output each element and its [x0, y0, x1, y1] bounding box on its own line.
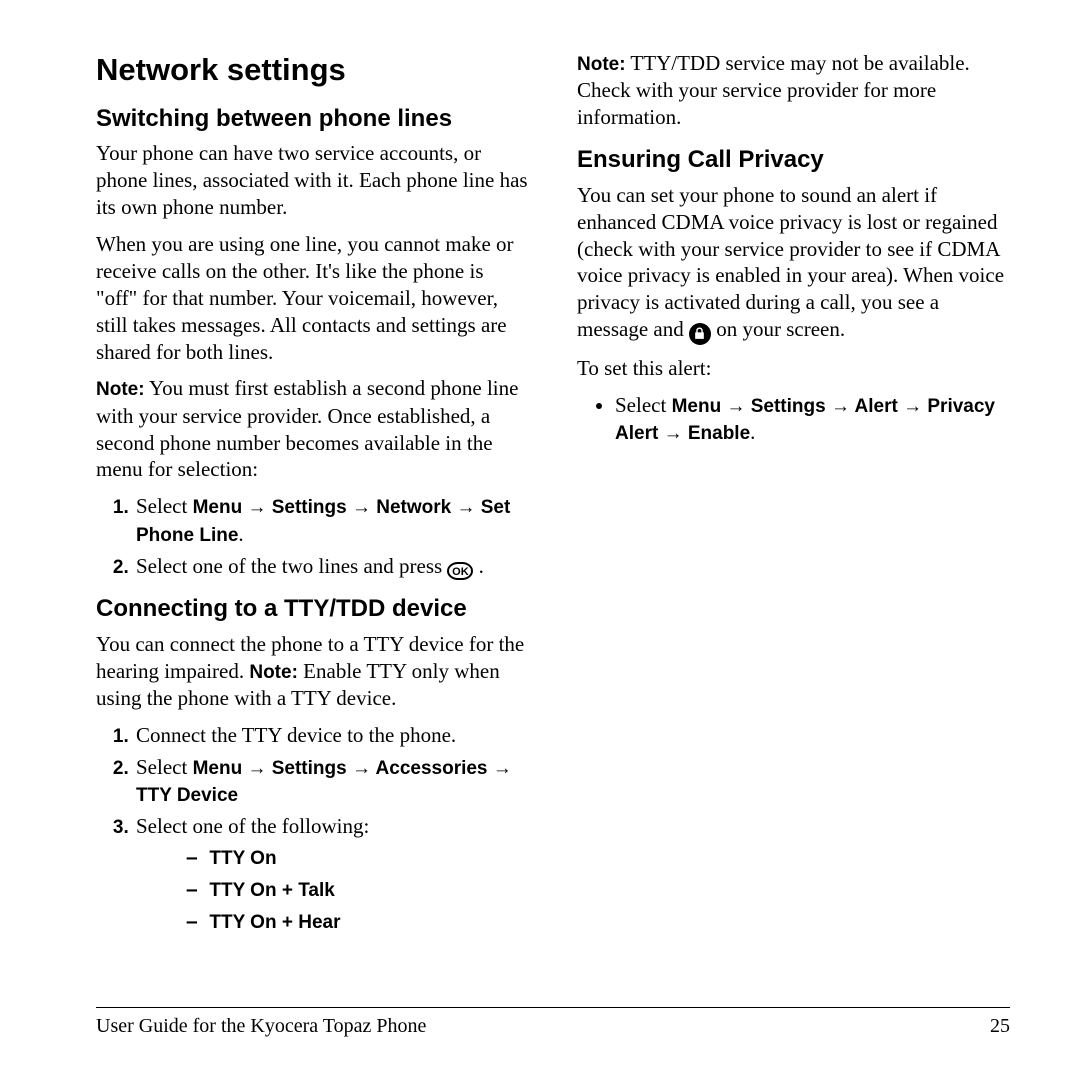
step: Select Menu → Settings → Accessories → T…: [134, 754, 529, 809]
note-label: Note:: [249, 662, 298, 683]
lock-icon: [689, 323, 711, 345]
paragraph: To set this alert:: [577, 355, 1010, 382]
page-title: Network settings: [96, 50, 529, 90]
paragraph: When you are using one line, you cannot …: [96, 231, 529, 365]
note: Note: TTY/TDD service may not be availab…: [577, 50, 1010, 131]
option-tty-on-talk: TTY On + Talk: [184, 876, 529, 904]
paragraph: You can connect the phone to a TTY devic…: [96, 631, 529, 712]
paragraph: You can set your phone to sound an alert…: [577, 182, 1010, 345]
page-number: 25: [990, 1014, 1010, 1040]
heading-tty: Connecting to a TTY/TDD device: [96, 594, 529, 625]
menu-path: Menu → Settings → Alert → Privacy Alert …: [615, 396, 995, 444]
step: Select one of the following: TTY On TTY …: [134, 813, 529, 936]
step: Select one of the two lines and press OK…: [134, 553, 529, 580]
note-body: You must first establish a second phone …: [96, 376, 518, 481]
ok-icon: OK: [447, 562, 473, 580]
note-label: Note:: [577, 54, 626, 75]
note-body: TTY/TDD service may not be available. Ch…: [577, 51, 970, 129]
footer: User Guide for the Kyocera Topaz Phone 2…: [96, 1007, 1010, 1040]
heading-switching-lines: Switching between phone lines: [96, 104, 529, 135]
step: Select Menu → Settings → Network → Set P…: [134, 493, 529, 548]
heading-call-privacy: Ensuring Call Privacy: [577, 145, 1010, 176]
step: Select Menu → Settings → Alert → Privacy…: [615, 392, 1010, 447]
menu-path: Menu → Settings → Network → Set Phone Li…: [136, 497, 510, 545]
step: Connect the TTY device to the phone.: [134, 722, 529, 749]
note-label: Note:: [96, 379, 145, 400]
option-tty-on: TTY On: [184, 844, 529, 872]
footer-title: User Guide for the Kyocera Topaz Phone: [96, 1014, 426, 1040]
paragraph: Your phone can have two service accounts…: [96, 140, 529, 221]
option-tty-on-hear: TTY On + Hear: [184, 908, 529, 936]
menu-path: Menu → Settings → Accessories → TTY Devi…: [136, 758, 512, 806]
note: Note: You must first establish a second …: [96, 375, 529, 483]
